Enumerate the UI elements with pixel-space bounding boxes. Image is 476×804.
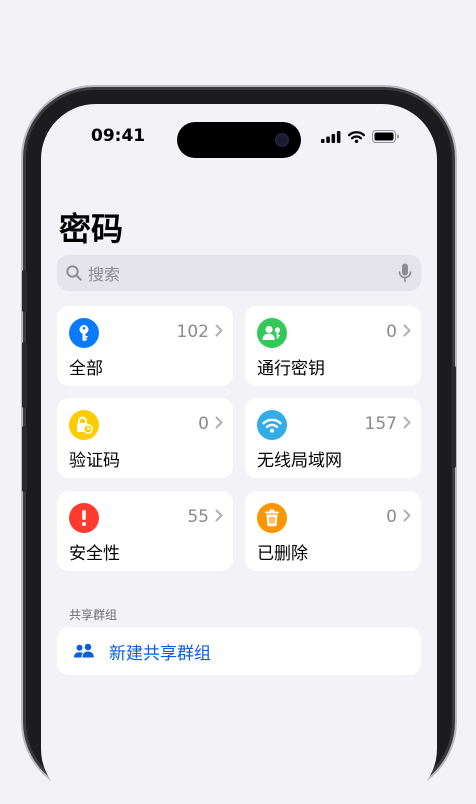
passkey-person-icon	[257, 318, 287, 348]
tile-label: 无线局域网	[257, 451, 342, 471]
wifi-status-icon	[348, 130, 365, 143]
tile-count: 0	[386, 322, 397, 342]
phone-frame: 09:41 密码 搜索 102 全部 0 通行密钥 0 验证码 157 无线局域…	[22, 90, 456, 804]
tile-label: 验证码	[69, 451, 120, 471]
tile-count: 0	[198, 414, 209, 434]
chevron-right-icon	[403, 324, 411, 337]
screen: 09:41 密码 搜索 102 全部 0 通行密钥 0 验证码 157 无线局域…	[41, 104, 437, 804]
tile-passkeys[interactable]: 0 通行密钥	[245, 306, 421, 386]
shared-groups-header: 共享群组	[69, 608, 118, 622]
status-time: 09:41	[91, 126, 146, 146]
tile-all[interactable]: 102 全部	[57, 306, 233, 386]
search-field[interactable]: 搜索	[57, 255, 421, 291]
cellular-signal-icon	[321, 130, 341, 143]
search-icon	[66, 265, 82, 281]
chevron-right-icon	[403, 509, 411, 522]
tile-count: 0	[386, 507, 397, 527]
front-camera	[275, 133, 289, 147]
chevron-right-icon	[215, 416, 223, 429]
key-icon	[69, 318, 99, 348]
tile-wifi[interactable]: 157 无线局域网	[245, 398, 421, 478]
tile-count: 55	[187, 507, 209, 527]
people-icon	[73, 643, 95, 659]
trash-icon	[257, 503, 287, 533]
lock-clock-icon	[69, 410, 99, 440]
action-button	[22, 270, 27, 312]
page-title: 密码	[59, 210, 124, 248]
tile-label: 全部	[69, 359, 103, 379]
exclamation-icon	[69, 503, 99, 533]
tile-label: 通行密钥	[257, 359, 325, 379]
new-shared-group-label: 新建共享群组	[109, 643, 211, 664]
chevron-right-icon	[215, 324, 223, 337]
chevron-right-icon	[403, 416, 411, 429]
status-icons	[321, 130, 399, 143]
volume-up-button	[22, 342, 27, 408]
tile-label: 安全性	[69, 544, 120, 564]
status-bar: 09:41	[41, 122, 437, 158]
wifi-icon	[257, 410, 287, 440]
tile-count: 102	[176, 322, 209, 342]
search-placeholder: 搜索	[88, 265, 121, 284]
tile-count: 157	[364, 414, 397, 434]
dynamic-island	[177, 122, 301, 158]
tile-deleted[interactable]: 0 已删除	[245, 491, 421, 571]
new-shared-group-button[interactable]: 新建共享群组	[57, 627, 421, 675]
tile-verification-codes[interactable]: 0 验证码	[57, 398, 233, 478]
chevron-right-icon	[215, 509, 223, 522]
battery-icon	[372, 130, 399, 143]
tile-security[interactable]: 55 安全性	[57, 491, 233, 571]
side-button	[451, 366, 456, 468]
volume-down-button	[22, 426, 27, 492]
microphone-icon[interactable]	[398, 263, 412, 283]
tile-label: 已删除	[257, 544, 308, 564]
